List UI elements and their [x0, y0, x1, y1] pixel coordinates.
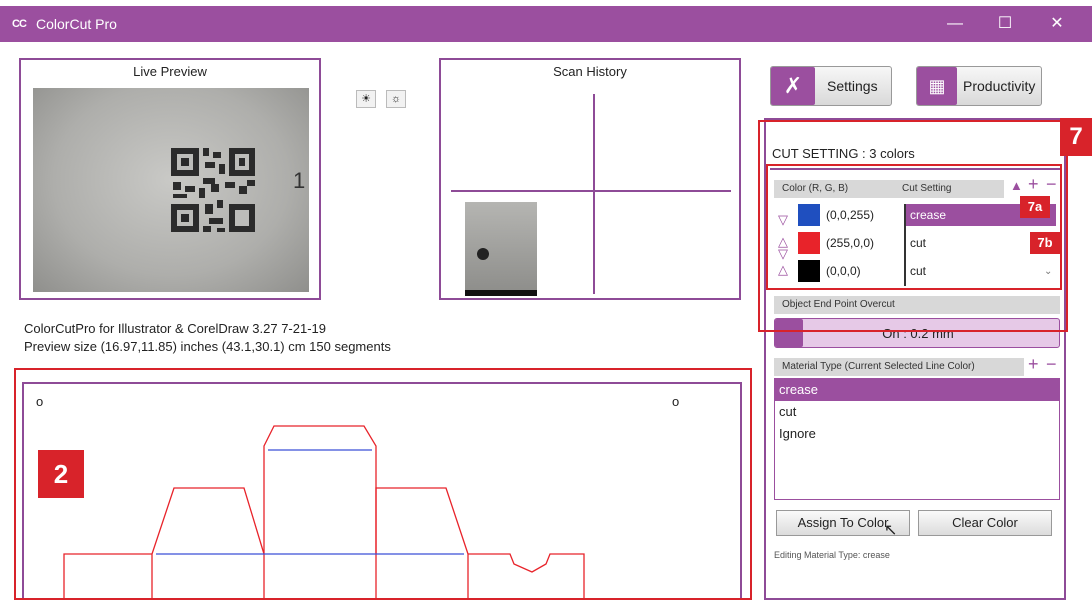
callout-box-preview	[14, 368, 752, 600]
material-list[interactable]: crease cut Ignore	[774, 378, 1060, 500]
main-area: Live Preview 1 ☀ ☼ Scan History ✗ Settin…	[0, 42, 1092, 600]
scan-history-title: Scan History	[553, 64, 627, 79]
callout-box-color-table	[766, 164, 1062, 290]
callout-badge-7a: 7a	[1020, 196, 1050, 218]
preview-size-info: Preview size (16.97,11.85) inches (43.1,…	[24, 339, 391, 354]
brightness-up-button[interactable]: ☼	[386, 90, 406, 108]
clear-color-button[interactable]: Clear Color	[918, 510, 1052, 536]
close-button[interactable]: ✕	[1042, 12, 1072, 36]
productivity-button[interactable]: ▦ Productivity	[916, 66, 1042, 106]
app-logo-icon: CC	[12, 18, 27, 30]
material-type-label: Material Type (Current Selected Line Col…	[774, 358, 1024, 376]
version-info: ColorCutPro for Illustrator & CorelDraw …	[24, 321, 327, 336]
camera-feed-image: 1	[33, 88, 309, 292]
material-item-cut[interactable]: cut	[775, 401, 1055, 423]
preview-side-number: 1	[293, 168, 306, 193]
tools-icon: ✗	[771, 67, 815, 105]
window-title: ColorCut Pro	[36, 16, 117, 32]
remove-material-icon[interactable]: −	[1046, 354, 1057, 375]
settings-button[interactable]: ✗ Settings	[770, 66, 892, 106]
material-item-crease[interactable]: crease	[775, 379, 1059, 401]
add-material-icon[interactable]: +	[1028, 354, 1039, 375]
settings-label: Settings	[827, 78, 878, 94]
minimize-button[interactable]: —	[940, 12, 970, 36]
brightness-down-button[interactable]: ☀	[356, 90, 376, 108]
callout-badge-2: 2	[38, 450, 84, 498]
qr-code-icon	[171, 148, 255, 232]
live-preview-panel: Live Preview 1	[19, 58, 321, 300]
title-bar: CC ColorCut Pro — ☐ ✕	[0, 6, 1092, 42]
productivity-icon: ▦	[917, 67, 957, 105]
crosshair-horizontal	[451, 190, 731, 192]
registration-mark-icon	[477, 248, 489, 260]
editing-status: Editing Material Type: crease	[774, 550, 890, 560]
cursor-icon: ↖	[884, 522, 898, 539]
crosshair-vertical	[593, 94, 595, 294]
productivity-label: Productivity	[963, 78, 1036, 94]
callout-badge-7: 7	[1060, 118, 1092, 156]
live-preview-title: Live Preview	[133, 64, 207, 79]
callout-badge-7b: 7b	[1030, 232, 1060, 254]
scan-thumbnail[interactable]	[465, 202, 537, 296]
material-item-ignore[interactable]: Ignore	[775, 423, 1055, 445]
scan-history-panel: Scan History	[439, 58, 741, 300]
maximize-button[interactable]: ☐	[990, 12, 1020, 36]
